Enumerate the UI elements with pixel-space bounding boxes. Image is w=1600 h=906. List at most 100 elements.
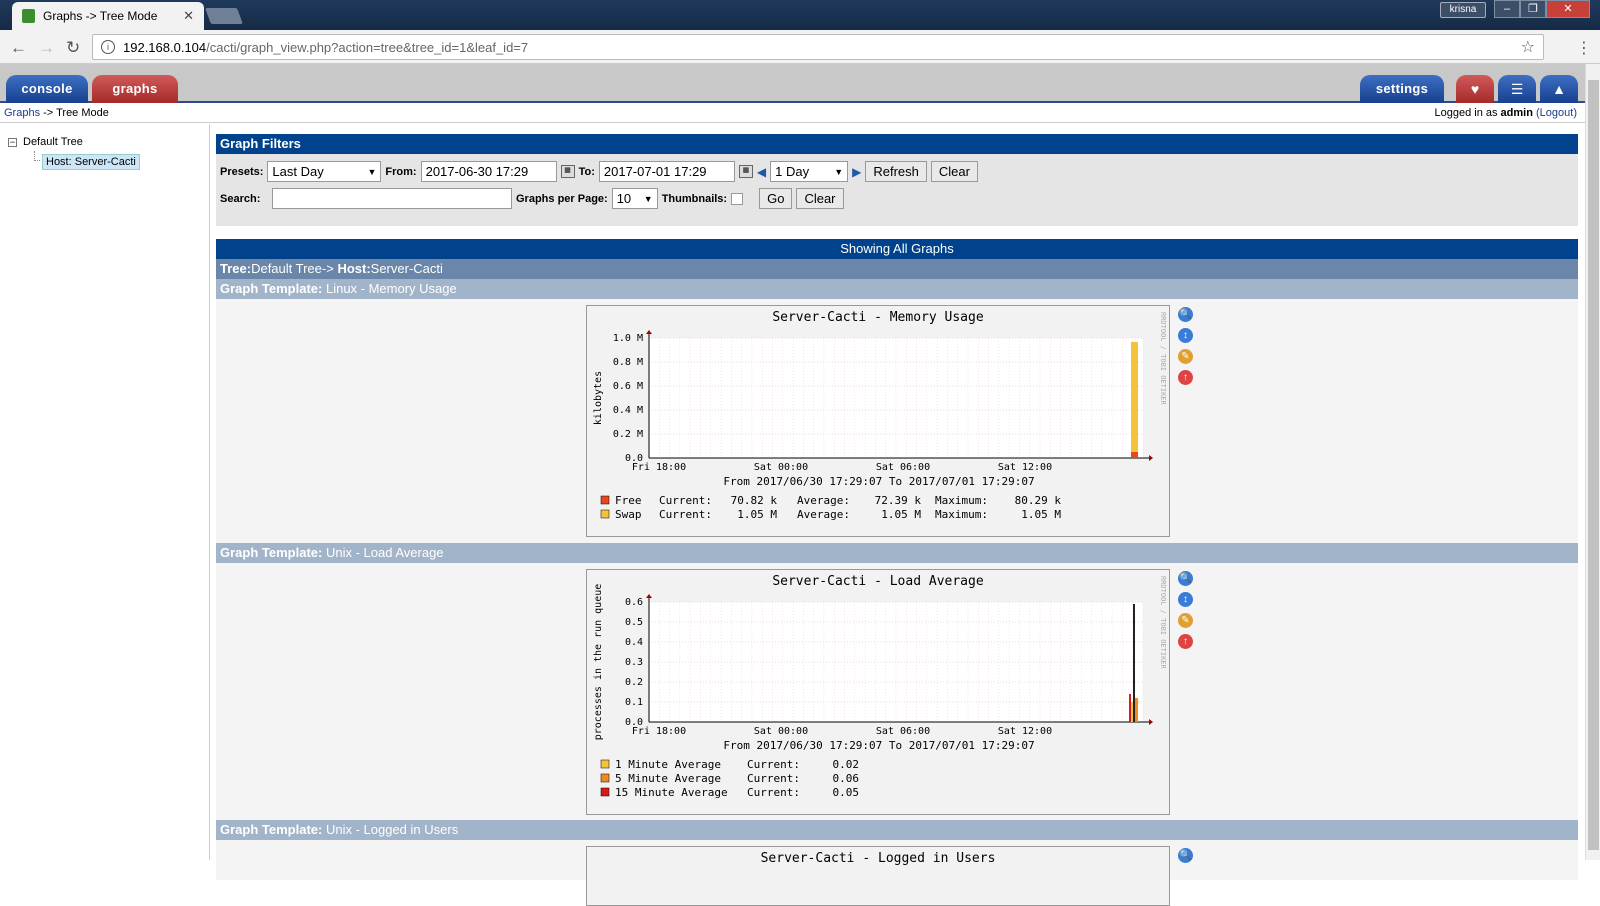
login-prefix: Logged in as (1434, 107, 1501, 119)
browser-menu-icon[interactable]: ⋮ (1576, 38, 1592, 58)
tree-root-label: Default Tree (23, 136, 83, 148)
x-tick-label: Sat 12:00 (998, 462, 1052, 473)
search-input[interactable] (272, 188, 512, 209)
presets-label: Presets: (220, 165, 264, 178)
properties-wrench-icon[interactable]: ✎ (1178, 349, 1193, 364)
legend-name: 1 Minute Average (615, 758, 721, 771)
to-calendar-icon[interactable]: ▦ (738, 165, 753, 178)
scrollbar-thumb[interactable] (1588, 80, 1599, 850)
timespan-select[interactable]: 1 Day ▼ (770, 161, 849, 182)
x-tick-label: Sat 06:00 (876, 462, 930, 473)
url-field[interactable]: i 192.168.0.104/cacti/graph_view.php?act… (92, 34, 1544, 60)
y-tick-label: 1.0 M (613, 333, 643, 344)
zoom-icon[interactable]: 🔍 (1178, 848, 1193, 863)
y-tick-label: 0.6 (625, 597, 643, 608)
time-shift-icon[interactable]: ↕ (1178, 592, 1193, 607)
template-label: Graph Template: (220, 281, 323, 296)
graphs-per-page-value: 10 (616, 191, 632, 206)
graph-block-load: Server-Cacti - Load Average RRDTOOL / TO… (216, 563, 1578, 820)
login-status: Logged in as admin (Logout) (1434, 107, 1577, 119)
close-tab-icon[interactable]: ✕ (183, 8, 194, 24)
timespan-value: 1 Day (775, 164, 810, 179)
tree-leaf-host[interactable]: Host: Server-Cacti (42, 154, 140, 170)
y-tick-label: 0.6 M (613, 381, 643, 392)
from-calendar-icon[interactable]: ▦ (560, 165, 575, 178)
legend-average: 72.39 k (875, 494, 922, 507)
go-button[interactable]: Go (759, 188, 793, 209)
graph-actions-memory: 🔍 ↕ ✎ ↑ (1178, 307, 1193, 391)
y-tick-label: 0.8 M (613, 357, 643, 368)
tab-console[interactable]: console (6, 75, 88, 103)
from-label: From: (385, 165, 417, 178)
collapse-icon[interactable]: − (8, 137, 17, 147)
cacti-header: console graphs settings ♥ ☰ ▲ (0, 64, 1585, 103)
to-input[interactable]: 2017-07-01 17:29 (598, 161, 735, 182)
thumbnails-checkbox[interactable] (731, 192, 744, 205)
y-tick-label: 0.4 M (613, 405, 643, 416)
from-input[interactable]: 2017-06-30 17:29 (420, 161, 557, 182)
tab-settings[interactable]: settings (1360, 75, 1444, 103)
shift-right-icon[interactable]: ▶ (852, 165, 861, 179)
y-axis-arrow (646, 594, 652, 598)
back-icon[interactable]: ← (10, 38, 27, 58)
reload-icon[interactable]: ↻ (66, 38, 80, 58)
clear-search-button[interactable]: Clear (796, 188, 844, 209)
tab-graphs[interactable]: graphs (92, 75, 178, 103)
breadcrumb-current: Tree Mode (56, 107, 109, 119)
time-shift-icon[interactable]: ↕ (1178, 328, 1193, 343)
legend-current: 1.05 M (737, 508, 777, 521)
template-header-memory: Graph Template: Linux - Memory Usage (216, 279, 1578, 299)
x-tick-label: Fri 18:00 (632, 462, 686, 473)
tree-path-host-label: Host: (337, 261, 371, 276)
data-mark (1131, 452, 1138, 458)
tree-root[interactable]: − Default Tree (8, 136, 83, 148)
legend-current: 70.82 k (731, 494, 778, 507)
preview-view-icon[interactable]: ▲ (1540, 75, 1578, 103)
login-user: admin (1500, 107, 1533, 119)
profile-badge[interactable]: krisna (1440, 2, 1486, 18)
logout-link[interactable]: (Logout) (1536, 107, 1577, 119)
legend-current-label: Current: (747, 772, 800, 785)
graph-title: Server-Cacti - Logged in Users (760, 851, 996, 866)
minimize-icon[interactable]: – (1494, 0, 1520, 18)
legend-current: 0.02 (833, 758, 860, 771)
y-tick-label: 0.3 (625, 657, 643, 668)
forward-icon[interactable]: → (38, 38, 55, 58)
legend-name: Free (615, 494, 642, 507)
info-icon[interactable]: i (101, 40, 115, 54)
graphs-per-page-select[interactable]: 10 ▼ (611, 188, 658, 209)
time-range: From 2017/06/30 17:29:07 To 2017/07/01 1… (723, 739, 1034, 752)
data-mark (1133, 604, 1135, 722)
breadcrumb-graphs-link[interactable]: Graphs (4, 107, 40, 119)
refresh-button[interactable]: Refresh (865, 161, 927, 182)
presets-select[interactable]: Last Day ▼ (267, 161, 382, 182)
graph-logged-in-users[interactable]: Server-Cacti - Logged in Users (586, 846, 1170, 906)
list-view-icon[interactable]: ☰ (1498, 75, 1536, 103)
bookmark-star-icon[interactable]: ☆ (1521, 37, 1535, 57)
thumbnails-label: Thumbnails: (661, 192, 728, 205)
legend-current-label: Current: (659, 508, 712, 521)
breadcrumb: Graphs -> Tree Mode Logged in as admin (… (0, 105, 1585, 123)
window-close-icon[interactable]: ✕ (1546, 0, 1590, 18)
zoom-icon[interactable]: 🔍 (1178, 307, 1193, 322)
csv-export-icon[interactable]: ↑ (1178, 634, 1193, 649)
y-tick-label: 0.2 (625, 677, 643, 688)
legend-average-label: Average: (797, 508, 850, 521)
graph-load-average[interactable]: Server-Cacti - Load Average RRDTOOL / TO… (586, 569, 1170, 815)
browser-tab[interactable]: Graphs -> Tree Mode ✕ (12, 2, 204, 30)
graph-memory-usage[interactable]: Server-Cacti - Memory Usage RRDTOOL / TO… (586, 305, 1170, 537)
clear-time-button[interactable]: Clear (930, 161, 978, 182)
csv-export-icon[interactable]: ↑ (1178, 370, 1193, 385)
maximize-icon[interactable]: ❐ (1520, 0, 1546, 18)
zoom-icon[interactable]: 🔍 (1178, 571, 1193, 586)
tree-view-icon[interactable]: ♥ (1456, 75, 1494, 103)
properties-wrench-icon[interactable]: ✎ (1178, 613, 1193, 628)
page-scrollbar[interactable] (1585, 64, 1600, 860)
graph-actions-users: 🔍 (1178, 848, 1193, 869)
y-tick-label: 0.1 (625, 697, 643, 708)
new-tab-button[interactable] (205, 8, 243, 24)
y-axis-label: kilobytes (593, 371, 604, 425)
x-tick-label: Sat 06:00 (876, 726, 930, 737)
tree-path-tree-label: Tree: (220, 261, 252, 276)
shift-left-icon[interactable]: ◀ (757, 165, 766, 179)
